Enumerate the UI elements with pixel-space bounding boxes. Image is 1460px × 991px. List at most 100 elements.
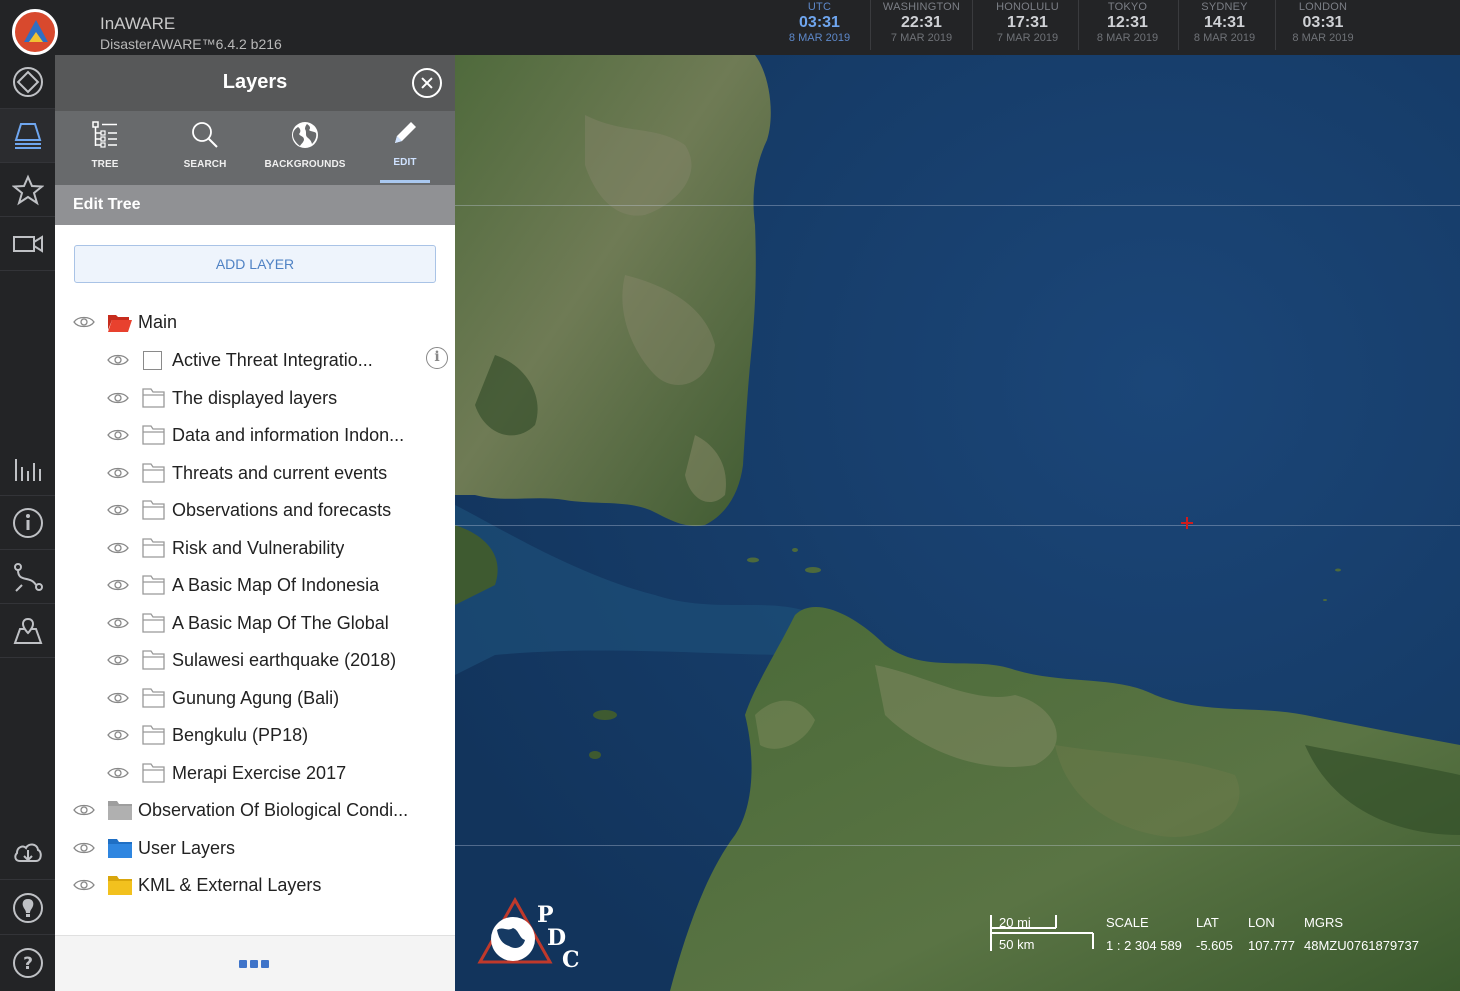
eye-icon[interactable] (107, 691, 129, 705)
eye-icon[interactable] (73, 878, 95, 892)
eye-icon[interactable] (73, 841, 95, 855)
readout-value: 107.777 (1248, 938, 1295, 953)
tree-item-kml-external[interactable]: KML & External Layers (73, 870, 321, 900)
folder-icon (142, 613, 165, 633)
favorites-icon[interactable] (0, 163, 55, 217)
tree-item-label: Observation Of Biological Condi... (138, 799, 409, 820)
download-icon[interactable] (0, 826, 55, 880)
eye-icon[interactable] (107, 578, 129, 592)
eye-icon[interactable] (107, 466, 129, 480)
map-view[interactable]: P D C 20 mi 50 km SCALE 1 : 2 304 589 LA… (455, 55, 1460, 991)
tree-folder[interactable]: Bengkulu (PP18) (107, 720, 447, 750)
tab-label: TREE (91, 159, 119, 170)
help-icon[interactable]: ? (0, 936, 55, 990)
tree-item-label: Active Threat Integratio... (172, 349, 373, 370)
layers-tabs: TREE SEARCH BACKGROUNDS EDIT (55, 111, 455, 185)
map-marker-icon[interactable] (0, 604, 55, 658)
more-options-icon[interactable] (239, 960, 269, 968)
tree-item-label: Risk and Vulnerability (172, 537, 345, 558)
readout-label: LAT (1196, 915, 1219, 930)
tree-folder[interactable]: Observations and forecasts (107, 495, 447, 525)
tree-folder[interactable]: A Basic Map Of The Global (107, 608, 447, 638)
readout-value: 1 : 2 304 589 (1106, 938, 1182, 953)
folder-icon (142, 500, 165, 520)
tree-item-observation-biological[interactable]: Observation Of Biological Condi... (73, 795, 443, 825)
tree-item-label: Bengkulu (PP18) (172, 724, 309, 745)
mgrs-readout: MGRS 48MZU0761879737 (1304, 915, 1419, 953)
tree-item-main[interactable]: Main (73, 307, 177, 337)
tab-edit[interactable]: EDIT (380, 111, 430, 185)
tab-label: BACKGROUNDS (264, 159, 346, 170)
tree-item-active-threat[interactable]: Active Threat Integratio... (107, 345, 397, 375)
eye-icon[interactable] (107, 616, 129, 630)
tree-folder[interactable]: The displayed layers (107, 383, 447, 413)
readout-value: -5.605 (1196, 938, 1233, 953)
clock-utc: UTC 03:31 8 MAR 2019 (769, 0, 871, 50)
lon-readout: LON 107.777 (1248, 915, 1295, 953)
folder-icon (108, 876, 132, 895)
tree-folder[interactable]: A Basic Map Of Indonesia (107, 570, 447, 600)
folder-icon (142, 650, 165, 670)
close-panel-button[interactable] (412, 68, 442, 98)
eye-icon[interactable] (107, 541, 129, 555)
scale-readout: SCALE 1 : 2 304 589 (1106, 915, 1182, 953)
eye-icon[interactable] (107, 503, 129, 517)
eye-icon[interactable] (107, 428, 129, 442)
app-title: InAWARE (100, 14, 176, 33)
clock-time: 03:31 (1302, 14, 1344, 31)
routing-icon[interactable] (0, 550, 55, 604)
tab-label: SEARCH (183, 159, 227, 170)
folder-icon (108, 839, 132, 858)
clock-date: 8 MAR 2019 (1292, 32, 1354, 44)
pdc-letter: C (562, 947, 580, 970)
clock-city: UTC (807, 1, 832, 13)
eye-icon[interactable] (107, 766, 129, 780)
add-layer-button[interactable]: ADD LAYER (74, 245, 436, 283)
eye-icon[interactable] (107, 353, 129, 367)
eye-icon[interactable] (73, 803, 95, 817)
edit-tree-header: Edit Tree (55, 185, 455, 225)
tab-backgrounds[interactable]: BACKGROUNDS (263, 111, 347, 185)
tree-folder[interactable]: Risk and Vulnerability (107, 533, 447, 563)
tree-item-user-layers[interactable]: User Layers (73, 833, 235, 863)
tree-item-label: Threats and current events (172, 462, 388, 483)
tree-folder[interactable]: Sulawesi earthquake (2018) (107, 645, 447, 675)
tab-tree[interactable]: TREE (80, 111, 130, 185)
layer-info-icon[interactable]: i (426, 347, 448, 369)
clock-date: 7 MAR 2019 (996, 32, 1059, 44)
eye-icon[interactable] (107, 728, 129, 742)
panel-header: Layers (55, 55, 455, 111)
tree-folder[interactable]: Threats and current events (107, 458, 447, 488)
tree-folder[interactable]: Gunung Agung (Bali) (107, 683, 447, 713)
info-icon[interactable] (0, 496, 55, 550)
video-icon[interactable] (0, 217, 55, 271)
analytics-icon[interactable] (0, 442, 55, 496)
tips-icon[interactable] (0, 881, 55, 935)
tab-search[interactable]: SEARCH (179, 111, 231, 185)
layer-checkbox[interactable] (143, 350, 162, 370)
readout-label: SCALE (1106, 915, 1149, 930)
svg-text:?: ? (23, 954, 33, 974)
layers-panel: Layers TREE SEARCH BACKGROUNDS EDIT Edit… (55, 55, 455, 991)
tree-item-label: Observations and forecasts (172, 499, 392, 520)
hazards-icon[interactable] (0, 55, 55, 109)
clock-time: 03:31 (799, 14, 840, 31)
left-nav-rail: ? (0, 55, 55, 991)
map-graticule (455, 845, 1460, 846)
eye-icon[interactable] (107, 653, 129, 667)
panel-title: Layers (222, 71, 288, 93)
bnpb-logo[interactable] (12, 9, 58, 55)
eye-icon[interactable] (107, 391, 129, 405)
panel-footer (55, 935, 455, 991)
tree-item-label: KML & External Layers (138, 874, 322, 895)
eye-icon[interactable] (73, 315, 95, 329)
tree-folder[interactable]: Data and information Indon... (107, 420, 447, 450)
clock-city: LONDON (1298, 1, 1348, 13)
pdc-logo: P D C (475, 890, 585, 970)
layers-icon[interactable] (0, 109, 55, 163)
scale-km: 50 km (999, 937, 1035, 952)
clock-date: 8 MAR 2019 (1096, 32, 1159, 44)
tree-folder[interactable]: Merapi Exercise 2017 (107, 758, 447, 788)
clock-time: 17:31 (1007, 14, 1048, 31)
app-version: DisasterAWARE™6.4.2 b216 (100, 36, 282, 52)
